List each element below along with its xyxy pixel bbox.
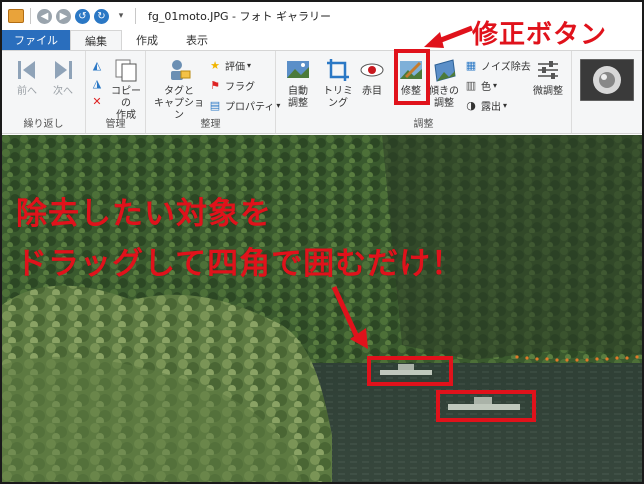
- button-callout-text: 修正ボタン: [472, 20, 608, 50]
- auto-adjust-button[interactable]: 自動 調整: [280, 57, 316, 110]
- noise-reduction-label: ノイズ除去: [481, 61, 531, 73]
- properties-label: プロパティ: [225, 101, 275, 113]
- rating-label: 評価: [225, 61, 245, 73]
- tag-caption-button[interactable]: タグと キャプション: [150, 57, 208, 122]
- group-manage: ◭ ◮ ✕ コピーの 作成 管理: [86, 51, 146, 133]
- redeye-label: 赤目: [362, 86, 382, 97]
- auto-adjust-label: 自動 調整: [288, 86, 308, 109]
- flag-button[interactable]: ⚑ フラグ: [208, 77, 255, 93]
- ribbon: 前へ 次へ 繰り返し ◭ ◮ ✕ コピーの 作成 管理 タグと キャプション ★…: [2, 50, 642, 134]
- exposure-button[interactable]: ◑ 露出 ▾: [464, 97, 507, 113]
- redeye-button[interactable]: 赤目: [358, 57, 386, 98]
- group-label-adjust: 調整: [413, 119, 434, 130]
- properties-icon: ▤: [209, 98, 221, 112]
- prev-label: 前へ: [17, 86, 37, 97]
- group-effects: [572, 51, 642, 133]
- chevron-down-icon: ▾: [247, 60, 252, 70]
- fine-tune-label: 微調整: [533, 86, 563, 97]
- properties-button[interactable]: ▤ プロパティ ▾: [208, 97, 281, 113]
- rotate-right-icon: ◮: [92, 76, 102, 90]
- customize-quick-access-icon[interactable]: ▾: [113, 8, 129, 24]
- rotate-left-button[interactable]: ◭: [90, 57, 107, 73]
- tab-file[interactable]: ファイル: [2, 30, 70, 50]
- chevron-down-icon: ▾: [503, 100, 508, 110]
- group-navigate: 前へ 次へ 繰り返し: [2, 51, 86, 133]
- group-label-navigate: 繰り返し: [23, 119, 64, 130]
- redo-icon[interactable]: ↻: [94, 8, 109, 24]
- color-label: 色: [481, 81, 491, 93]
- tag-icon: [171, 60, 191, 80]
- straighten-label: 傾きの 調整: [429, 86, 459, 109]
- crop-button[interactable]: トリミ ング: [320, 57, 356, 110]
- effect-thumbnail-icon[interactable]: [580, 59, 634, 101]
- color-icon: ▥: [465, 78, 477, 92]
- rotate-right-button[interactable]: ◮: [90, 75, 107, 91]
- fine-tune-button[interactable]: 微調整: [528, 57, 568, 98]
- delete-button[interactable]: ✕: [90, 93, 107, 109]
- undo-icon[interactable]: ↺: [75, 8, 90, 24]
- flag-label: フラグ: [225, 81, 255, 93]
- exposure-icon: ◑: [466, 98, 476, 112]
- tab-view[interactable]: 表示: [172, 30, 222, 50]
- star-icon: ★: [210, 58, 220, 72]
- tab-edit[interactable]: 編集: [70, 30, 122, 50]
- app-icon: [8, 8, 24, 24]
- next-label: 次へ: [53, 86, 73, 97]
- photo-gallery-window: ◀ ▶ ↺ ↻ ▾ fg_01moto.JPG - フォト ギャラリー ファイル…: [0, 0, 644, 484]
- auto-adjust-icon: [287, 61, 309, 78]
- rotate-left-icon: ◭: [92, 58, 102, 72]
- previous-icon: [18, 61, 35, 79]
- chevron-down-icon: ▾: [493, 80, 498, 90]
- next-button[interactable]: 次へ: [48, 57, 78, 98]
- delete-icon: ✕: [92, 94, 102, 108]
- copy-icon: [115, 59, 137, 82]
- divider: [135, 8, 136, 24]
- eye-icon: [360, 63, 384, 77]
- boat-2-selection-box: [436, 390, 536, 422]
- next-icon: [55, 61, 72, 79]
- callout-arrow-icon: [424, 25, 473, 48]
- crop-label: トリミ ング: [323, 86, 353, 109]
- straighten-icon: [434, 59, 456, 82]
- boat-1-selection-box: [367, 356, 453, 386]
- group-organize: タグと キャプション ★ 評価 ▾ ⚑ フラグ ▤ プロパティ ▾ 整理: [146, 51, 280, 133]
- group-label-organize: 整理: [200, 119, 221, 130]
- color-button[interactable]: ▥ 色 ▾: [464, 77, 497, 93]
- prev-button[interactable]: 前へ: [12, 57, 42, 98]
- rating-button[interactable]: ★ 評価 ▾: [208, 57, 251, 73]
- crop-icon: [327, 59, 349, 81]
- window-title: fg_01moto.JPG - フォト ギャラリー: [148, 10, 332, 23]
- noise-reduction-icon: ▦: [465, 58, 477, 72]
- sliders-icon: [538, 61, 558, 79]
- noise-reduction-button[interactable]: ▦ ノイズ除去: [464, 57, 531, 73]
- straighten-button[interactable]: 傾きの 調整: [426, 57, 462, 110]
- group-label-manage: 管理: [105, 119, 126, 130]
- retouch-highlight-box: [394, 49, 430, 105]
- forward-icon[interactable]: ▶: [56, 8, 71, 24]
- instruction-line-1: 除去したい対象を: [16, 196, 272, 232]
- divider: [30, 8, 31, 24]
- instruction-line-2: ドラッグして四角で囲むだけ！: [16, 246, 464, 282]
- tab-create[interactable]: 作成: [122, 30, 172, 50]
- copy-button[interactable]: コピーの 作成: [108, 57, 144, 122]
- back-icon[interactable]: ◀: [37, 8, 52, 24]
- flag-icon: ⚑: [210, 78, 220, 92]
- exposure-label: 露出: [481, 101, 501, 113]
